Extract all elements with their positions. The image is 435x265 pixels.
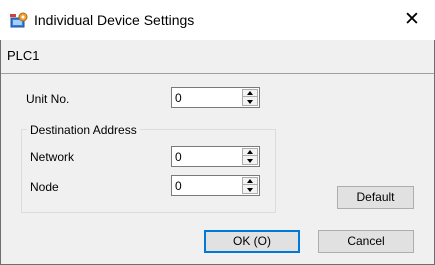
unit-no-up-arrow-icon[interactable]: [243, 90, 257, 97]
destination-address-title: Destination Address: [27, 123, 140, 137]
network-down-arrow-icon[interactable]: [243, 157, 257, 164]
node-value[interactable]: 0: [175, 179, 182, 193]
network-value[interactable]: 0: [175, 150, 182, 164]
node-label: Node: [30, 180, 59, 194]
network-spinner[interactable]: 0: [171, 146, 260, 167]
dialog-body: PLC1 Unit No. 0 Destination Address Netw…: [0, 40, 435, 265]
network-up-arrow-icon[interactable]: [243, 149, 257, 156]
cancel-button[interactable]: Cancel: [318, 230, 414, 253]
default-button[interactable]: Default: [337, 186, 414, 209]
unit-no-label: Unit No.: [26, 92, 70, 106]
node-arrows: [242, 177, 258, 194]
unit-no-spinner[interactable]: 0: [171, 87, 260, 108]
network-arrows: [242, 148, 258, 165]
unit-no-down-arrow-icon[interactable]: [243, 98, 257, 105]
window-title: Individual Device Settings: [34, 12, 195, 28]
device-name: PLC1: [7, 48, 40, 63]
unit-no-value[interactable]: 0: [175, 91, 182, 105]
unit-no-arrows: [242, 89, 258, 106]
close-button[interactable]: ✕: [389, 0, 435, 40]
title-bar: Individual Device Settings ✕: [0, 0, 435, 40]
settings-app-icon: [10, 12, 28, 28]
node-spinner[interactable]: 0: [171, 175, 260, 196]
destination-address-group: [21, 129, 276, 213]
node-down-arrow-icon[interactable]: [243, 186, 257, 193]
node-up-arrow-icon[interactable]: [243, 178, 257, 185]
close-icon: ✕: [404, 9, 420, 30]
ok-button[interactable]: OK (O): [204, 230, 300, 253]
network-label: Network: [30, 150, 75, 164]
header-separator: [1, 73, 434, 74]
